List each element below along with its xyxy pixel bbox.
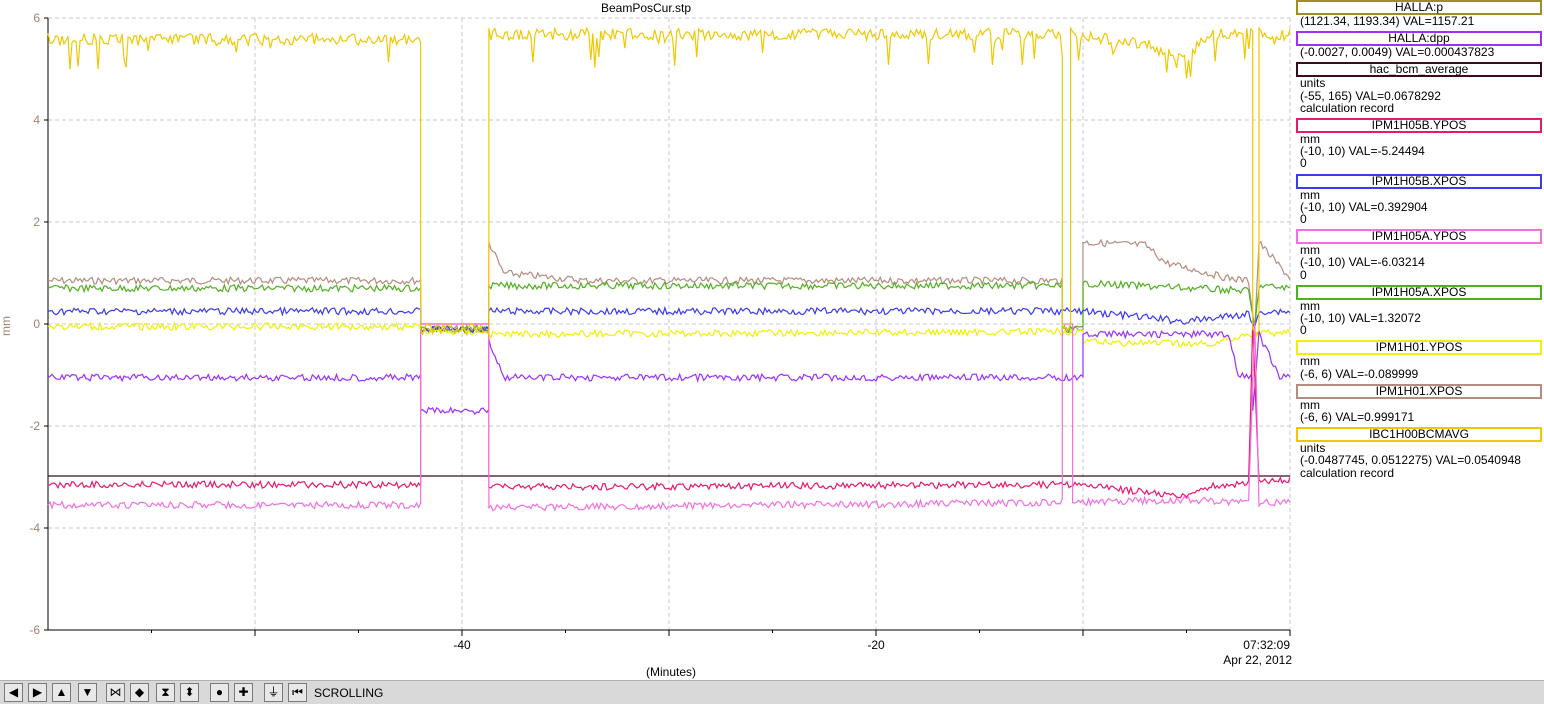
legend-entry-detail: (-0.0027, 0.0049) VAL=0.000437823 — [1300, 45, 1495, 60]
autoscale-button[interactable]: ⏚ — [264, 683, 283, 702]
scroll-right-button[interactable]: ▶ — [28, 683, 47, 702]
legend-entry-name[interactable]: hac_bcm_average — [1296, 62, 1542, 78]
y-tick-label: 4 — [33, 113, 40, 127]
legend-entry[interactable]: IBC1H00BCMAVG units (-0.0487745, 0.0512275… — [1296, 427, 1542, 479]
zoom-out-y-button[interactable]: ⬍ — [180, 683, 199, 702]
toolbar: SCROLLING ◀ ▶ ▲ ▼ ⋈ ◆ ⧗ ⬍ ● ✚ ⏚ ⏮ — [0, 680, 1544, 704]
legend-entry-detail: (-0.0487745, 0.0512275) VAL=0.0540948 — [1300, 453, 1521, 468]
legend-entry-name[interactable]: IPM1H05A.XPOS — [1296, 284, 1542, 300]
zoom-in-x-button[interactable]: ⋈ — [106, 683, 125, 702]
x-axis-label: (Minutes) — [646, 665, 696, 679]
y-tick-label: 6 — [33, 11, 40, 25]
legend-entry[interactable]: hac_bcm_average units (-55, 165) VAL=0.067… — [1296, 62, 1542, 114]
legend-entry-name[interactable]: HALLA:dpp — [1296, 31, 1542, 47]
legend-entry-detail: calculation record — [1300, 100, 1395, 115]
legend-entry-detail: calculation record — [1300, 465, 1395, 480]
legend-entry-detail: mm — [1300, 354, 1320, 369]
y-tick-label: -4 — [29, 521, 40, 535]
legend-entry[interactable]: IPM1H01.XPOS mm (-6, 6) VAL=0.999171 — [1296, 383, 1542, 424]
legend-entry-name[interactable]: IPM1H05B.YPOS — [1296, 118, 1542, 133]
legend-entry[interactable]: IPM1H05B.YPOS mm (-10, 10) VAL=-5.24494 0 — [1296, 118, 1542, 170]
legend-entry-detail: (-10, 10) VAL=0.392904 — [1300, 199, 1428, 214]
legend-entry-detail: (-55, 165) VAL=0.0678292 — [1300, 88, 1441, 103]
scroll-left-button[interactable]: ◀ — [4, 683, 23, 702]
legend-entry-name[interactable]: IPM1H01.YPOS — [1296, 340, 1542, 356]
legend-entry-detail: (-10, 10) VAL=-5.24494 — [1300, 144, 1425, 159]
x-tick-label: -20 — [867, 638, 885, 652]
scroll-mode-label: SCROLLING — [314, 686, 384, 700]
y-tick-label: 0 — [33, 317, 40, 331]
plot-area[interactable]: 6 4 2 0 -2 -4 -6 -40 -20 mm (Minutes) 07:32:09 A… — [0, 0, 1292, 680]
zoom-out-x-button[interactable]: ◆ — [130, 683, 149, 702]
legend-entry-name[interactable]: IPM1H01.XPOS — [1296, 383, 1542, 399]
timestamp-date: Apr 22, 2012 — [1223, 653, 1292, 667]
legend-entry-detail: (-10, 10) VAL=1.32072 — [1300, 311, 1421, 325]
legend-entry-name[interactable]: IBC1H00BCMAVG — [1296, 427, 1542, 443]
scroll-mode-button[interactable]: ⏮ — [288, 683, 307, 702]
legend-entry-detail: (1121.34, 1193.34) VAL=1157.21 — [1300, 14, 1475, 28]
zoom-in-y-button[interactable]: ⧗ — [156, 683, 175, 702]
add-button[interactable]: ✚ — [234, 683, 253, 702]
legend-entry-detail: 0 — [1300, 267, 1307, 282]
legend-entry-detail: 0 — [1300, 212, 1307, 226]
legend-entry-detail: 0 — [1300, 156, 1307, 171]
timestamp-time: 07:32:09 — [1243, 638, 1290, 652]
y-tick-label: -6 — [29, 623, 40, 637]
legend-entry-detail: mm — [1300, 187, 1320, 202]
scroll-up-button[interactable]: ▲ — [52, 683, 71, 702]
y-tick-label: -2 — [29, 419, 40, 433]
x-tick-label: -40 — [453, 638, 471, 652]
legend-entry-detail: (-6, 6) VAL=-0.089999 — [1300, 366, 1419, 381]
legend-entry-detail: (-6, 6) VAL=0.999171 — [1300, 410, 1415, 424]
legend-entry-name[interactable]: IPM1H05B.XPOS — [1296, 173, 1542, 189]
legend-entry-name[interactable]: IPM1H05A.YPOS — [1296, 229, 1542, 245]
legend-entry-detail: 0 — [1300, 323, 1307, 338]
legend-entry[interactable]: HALLA:dpp (-0.0027, 0.0049) VAL=0.0004378… — [1296, 31, 1542, 58]
scroll-down-button[interactable]: ▼ — [78, 683, 97, 702]
legend-entry-detail: (-10, 10) VAL=-6.03214 — [1300, 255, 1425, 270]
y-axis-label: mm — [0, 316, 13, 336]
legend-entry-detail: units — [1300, 76, 1326, 91]
grid — [48, 17, 1291, 631]
legend-entry[interactable]: IPM1H05A.XPOS mm (-10, 10) VAL=1.32072 0 — [1296, 284, 1542, 338]
legend-entry[interactable]: IPM1H01.YPOS mm (-6, 6) VAL=-0.089999 — [1296, 340, 1542, 381]
legend-entry-name[interactable]: HALLA:p — [1296, 0, 1542, 15]
legend-entry[interactable]: IPM1H05B.XPOS mm (-10, 10) VAL=0.392904 0 — [1296, 173, 1542, 226]
legend-entry[interactable]: HALLA:p (1121.34, 1193.34) VAL=1157.21 — [1296, 0, 1542, 27]
reset-button[interactable]: ● — [210, 683, 229, 702]
y-tick-label: 2 — [33, 215, 40, 229]
legend-entry[interactable]: IPM1H05A.YPOS mm (-10, 10) VAL=-6.03214 0 — [1296, 229, 1542, 281]
